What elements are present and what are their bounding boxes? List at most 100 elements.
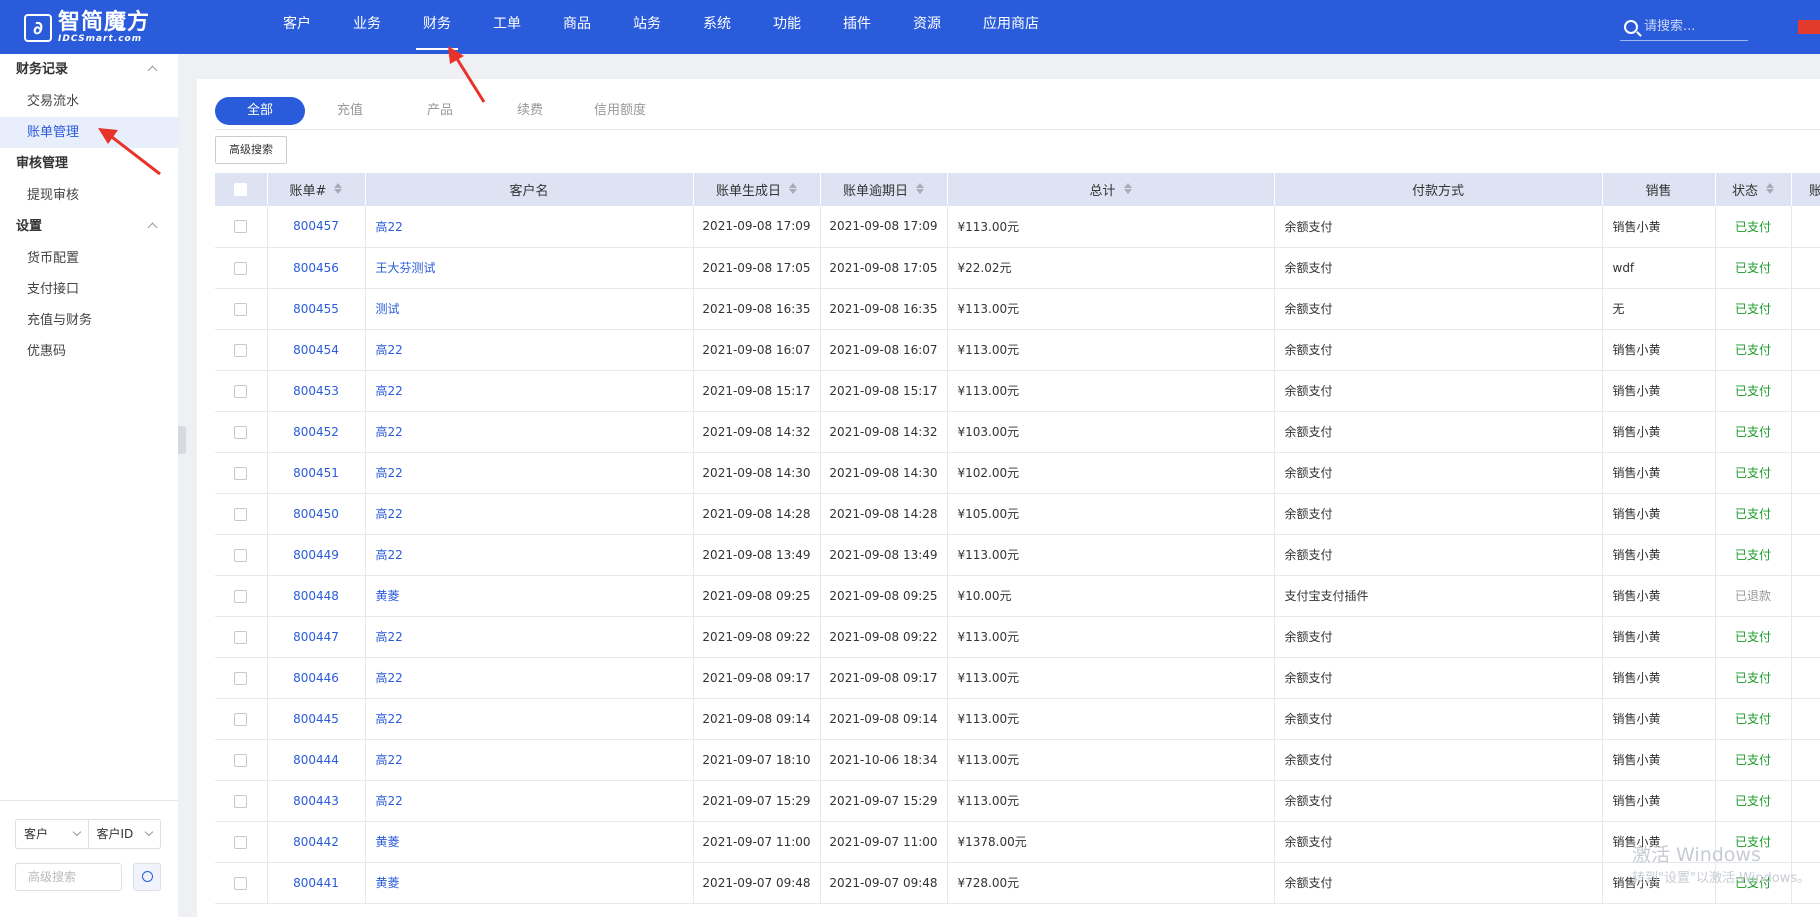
row-checkbox[interactable]	[234, 302, 248, 316]
column-header-status[interactable]: 状态	[1715, 173, 1792, 206]
nav-item[interactable]: 资源	[892, 0, 962, 54]
cell-customer[interactable]: 黄菱	[365, 862, 694, 904]
cell-id[interactable]: 800455	[267, 288, 366, 330]
notification-badge[interactable]	[1798, 20, 1820, 34]
cell-id[interactable]: 800450	[267, 493, 366, 535]
sort-icon[interactable]	[334, 183, 343, 194]
sidebar-item[interactable]: 交易流水	[0, 86, 178, 117]
cell-customer[interactable]: 黄菱	[365, 575, 694, 617]
cell-id[interactable]: 800453	[267, 370, 366, 412]
table-row[interactable]: 800450 高22 2021-09-08 14:28 2021-09-08 14:2…	[215, 493, 1820, 535]
table-row[interactable]: 800457 高22 2021-09-08 17:09 2021-09-08 17:0…	[215, 206, 1820, 248]
nav-item[interactable]: 业务	[332, 0, 402, 54]
table-row[interactable]: 800442 黄菱 2021-09-07 11:00 2021-09-07 11:00…	[215, 821, 1820, 863]
nav-item[interactable]: 功能	[752, 0, 822, 54]
column-header-id[interactable]: 账单#	[267, 173, 366, 206]
row-checkbox[interactable]	[234, 671, 248, 685]
logo[interactable]: ∂ 智简魔方 IDCSmart.com	[24, 12, 150, 44]
cell-customer[interactable]: 高22	[365, 329, 694, 371]
sidebar-item[interactable]: 支付接口	[0, 274, 178, 305]
cell-customer[interactable]: 高22	[365, 616, 694, 658]
search-field-select[interactable]: 客户ID	[89, 820, 161, 848]
cell-id[interactable]: 800456	[267, 247, 366, 289]
row-checkbox[interactable]	[234, 712, 248, 726]
cell-id[interactable]: 800448	[267, 575, 366, 617]
row-checkbox[interactable]	[234, 630, 248, 644]
row-checkbox[interactable]	[234, 548, 248, 562]
table-row[interactable]: 800454 高22 2021-09-08 16:07 2021-09-08 16:0…	[215, 329, 1820, 371]
cell-customer[interactable]: 高22	[365, 370, 694, 412]
sidebar-group-header[interactable]: 财务记录	[0, 54, 178, 86]
sidebar-item[interactable]: 优惠码	[0, 336, 178, 367]
search-scope-select[interactable]: 客户	[16, 820, 89, 848]
cell-id[interactable]: 800457	[267, 206, 366, 248]
table-row[interactable]: 800444 高22 2021-09-07 18:10 2021-10-06 18:3…	[215, 739, 1820, 781]
sort-icon[interactable]	[789, 183, 797, 194]
sidebar-search-button[interactable]	[133, 863, 161, 891]
cell-id[interactable]: 800451	[267, 452, 366, 494]
table-row[interactable]: 800446 高22 2021-09-08 09:17 2021-09-08 09:1…	[215, 657, 1820, 699]
sidebar-group-header[interactable]: 审核管理	[0, 148, 178, 180]
nav-item[interactable]: 工单	[472, 0, 542, 54]
cell-id[interactable]: 800447	[267, 616, 366, 658]
sidebar-item[interactable]: 充值与财务	[0, 305, 178, 336]
tab[interactable]: 续费	[485, 97, 575, 125]
cell-customer[interactable]: 高22	[365, 780, 694, 822]
sidebar-item[interactable]: 提现审核	[0, 180, 178, 211]
row-checkbox[interactable]	[234, 794, 248, 808]
cell-customer[interactable]: 黄菱	[365, 821, 694, 863]
cell-id[interactable]: 800444	[267, 739, 366, 781]
nav-item[interactable]: 插件	[822, 0, 892, 54]
sort-icon[interactable]	[916, 183, 924, 194]
cell-customer[interactable]: 高22	[365, 534, 694, 576]
table-row[interactable]: 800445 高22 2021-09-08 09:14 2021-09-08 09:1…	[215, 698, 1820, 740]
table-row[interactable]: 800448 黄菱 2021-09-08 09:25 2021-09-08 09:25…	[215, 575, 1820, 617]
cell-customer[interactable]: 高22	[365, 739, 694, 781]
table-row[interactable]: 800451 高22 2021-09-08 14:30 2021-09-08 14:3…	[215, 452, 1820, 494]
cell-id[interactable]: 800452	[267, 411, 366, 453]
tab[interactable]: 产品	[395, 97, 485, 125]
cell-customer[interactable]: 测试	[365, 288, 694, 330]
cell-customer[interactable]: 高22	[365, 452, 694, 494]
cell-id[interactable]: 800441	[267, 862, 366, 904]
column-header-due[interactable]: 账单逾期日	[820, 173, 948, 206]
cell-customer[interactable]: 高22	[365, 657, 694, 699]
nav-item[interactable]: 商品	[542, 0, 612, 54]
row-checkbox[interactable]	[234, 835, 248, 849]
row-checkbox[interactable]	[234, 343, 248, 357]
sidebar-item[interactable]: 货币配置	[0, 243, 178, 274]
tab[interactable]: 充值	[305, 97, 395, 125]
cell-customer[interactable]: 高22	[365, 698, 694, 740]
global-search[interactable]	[1620, 13, 1748, 41]
search-input[interactable]	[1644, 19, 1744, 34]
cell-id[interactable]: 800449	[267, 534, 366, 576]
table-row[interactable]: 800453 高22 2021-09-08 15:17 2021-09-08 15:1…	[215, 370, 1820, 412]
sidebar-collapse-handle[interactable]	[178, 426, 186, 454]
row-checkbox[interactable]	[234, 220, 248, 234]
nav-item[interactable]: 应用商店	[962, 0, 1060, 54]
row-checkbox[interactable]	[234, 466, 248, 480]
sort-icon[interactable]	[1123, 183, 1132, 194]
sidebar-search-input[interactable]	[15, 863, 122, 891]
table-row[interactable]: 800447 高22 2021-09-08 09:22 2021-09-08 09:2…	[215, 616, 1820, 658]
row-checkbox[interactable]	[234, 425, 248, 439]
nav-item[interactable]: 财务	[402, 0, 472, 54]
sidebar-group-header[interactable]: 设置	[0, 211, 178, 243]
cell-customer[interactable]: 高22	[365, 206, 694, 248]
column-header-created[interactable]: 账单生成日	[693, 173, 821, 206]
select-all-checkbox[interactable]	[234, 183, 248, 196]
cell-id[interactable]: 800443	[267, 780, 366, 822]
row-checkbox[interactable]	[234, 589, 248, 603]
table-row[interactable]: 800456 王大芬测试 2021-09-08 17:05 2021-09-08 17…	[215, 247, 1820, 289]
advanced-search-button[interactable]: 高级搜索	[215, 136, 287, 164]
row-checkbox[interactable]	[234, 753, 248, 767]
sort-icon[interactable]	[1766, 183, 1774, 194]
nav-item[interactable]: 客户	[262, 0, 332, 54]
table-row[interactable]: 800455 测试 2021-09-08 16:35 2021-09-08 16:35…	[215, 288, 1820, 330]
cell-customer[interactable]: 王大芬测试	[365, 247, 694, 289]
row-checkbox[interactable]	[234, 876, 248, 890]
sidebar-item[interactable]: 账单管理	[0, 117, 178, 148]
table-row[interactable]: 800452 高22 2021-09-08 14:32 2021-09-08 14:3…	[215, 411, 1820, 453]
column-header-total[interactable]: 总计	[947, 173, 1275, 206]
cell-id[interactable]: 800442	[267, 821, 366, 863]
